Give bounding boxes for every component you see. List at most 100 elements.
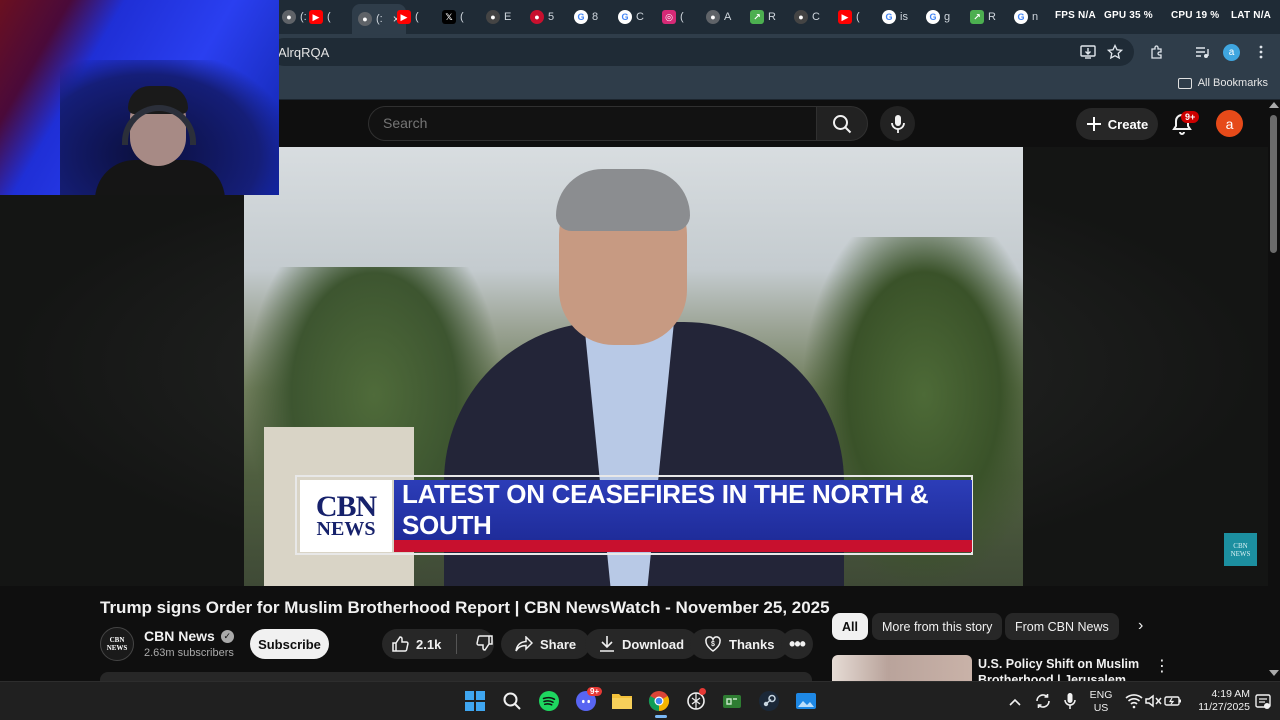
microphone-icon[interactable] [1058, 689, 1082, 713]
folder-icon [1177, 77, 1192, 89]
like-button[interactable]: 2.1k [382, 635, 449, 653]
browser-tab[interactable]: GC [618, 4, 644, 30]
browser-tab[interactable]: Gg [926, 4, 950, 30]
browser-tab[interactable]: ● 5 [530, 4, 554, 30]
browser-tab[interactable]: ● E [486, 4, 511, 30]
search-icon[interactable] [500, 689, 524, 713]
scroll-up-arrow-icon[interactable] [1269, 102, 1279, 108]
browser-tab-label: ( [415, 11, 419, 23]
page-icon: ● [794, 10, 808, 24]
thumbs-down-icon [476, 634, 493, 651]
dislike-button[interactable] [464, 634, 494, 655]
browser-tab-label: R [768, 11, 776, 23]
browser-tab[interactable]: ▶( [397, 4, 419, 30]
url-text[interactable]: AlrqRQA [278, 45, 329, 60]
sync-icon[interactable] [1031, 689, 1055, 713]
browser-tab[interactable]: G8 [574, 4, 598, 30]
page-icon: ● [486, 10, 500, 24]
notification-count-badge: 9+ [1181, 111, 1200, 123]
page-icon: ● [282, 10, 296, 24]
scrollbar-thumb[interactable] [1270, 115, 1277, 253]
chip-from-cbn-news[interactable]: From CBN News [1005, 613, 1119, 640]
browser-tab[interactable]: ▶( [838, 4, 860, 30]
subscriber-count: 2.63m subscribers [144, 647, 234, 659]
channel-avatar[interactable]: CBN NEWS [100, 627, 134, 661]
cpu-overlay: CPU 19 % [1171, 10, 1220, 21]
description-box[interactable] [100, 672, 812, 681]
browser-tab[interactable]: Gis [882, 4, 908, 30]
page-icon: ● [530, 10, 544, 24]
like-count: 2.1k [416, 636, 442, 652]
browser-tab[interactable]: 𝕏( [442, 4, 464, 30]
extensions-icon[interactable] [1148, 43, 1166, 61]
browser-tab-label: n [1032, 11, 1039, 23]
install-app-icon[interactable] [1079, 43, 1097, 61]
voice-search-button[interactable] [880, 106, 915, 141]
like-divider [456, 634, 457, 654]
thanks-button[interactable]: $ Thanks [690, 629, 789, 659]
create-button[interactable]: Create [1076, 108, 1158, 140]
svg-text:$: $ [711, 641, 715, 648]
subscribe-button[interactable]: Subscribe [250, 629, 329, 659]
chip-all[interactable]: All [832, 613, 868, 640]
recommended-video-menu-icon[interactable]: ⋮ [1154, 656, 1170, 676]
chrome-icon[interactable] [647, 689, 671, 713]
chrome-active-indicator [655, 715, 667, 718]
browser-tab[interactable]: Gn [1014, 4, 1038, 30]
recommended-video-thumbnail[interactable] [832, 655, 972, 681]
google-icon: G [618, 10, 632, 24]
file-explorer-icon[interactable] [610, 689, 634, 713]
spotify-icon[interactable] [537, 689, 561, 713]
microphone-icon [890, 114, 905, 133]
browser-tab[interactable]: ◎( [662, 4, 684, 30]
notification-center-icon[interactable] [1251, 690, 1275, 714]
search-button[interactable] [816, 106, 868, 141]
youtube-icon: ▶ [309, 10, 323, 24]
browser-tab[interactable]: ● (: [282, 4, 307, 30]
video-title: Trump signs Order for Muslim Brotherhood… [100, 598, 830, 617]
verified-check-icon: ✓ [220, 629, 234, 643]
input-language-indicator[interactable]: ENG US [1088, 689, 1114, 715]
scroll-down-arrow-icon[interactable] [1269, 670, 1279, 676]
photos-icon[interactable] [794, 689, 818, 713]
battery-icon[interactable] [1161, 689, 1185, 713]
browser-tab[interactable]: ▶( [309, 4, 331, 30]
bookmark-star-icon[interactable] [1106, 43, 1124, 61]
youtube-icon: ▶ [397, 10, 411, 24]
media-controls-icon[interactable] [1193, 43, 1211, 61]
browser-menu-icon[interactable] [1252, 43, 1270, 61]
account-avatar[interactable]: a [1216, 110, 1243, 137]
super-thanks-icon: $ [705, 636, 721, 652]
show-hidden-icons-chevron-icon[interactable] [1005, 690, 1025, 714]
system-clock[interactable]: 4:19 AM 11/27/2025 [1186, 688, 1250, 714]
browser-profile-avatar[interactable]: a [1223, 44, 1240, 61]
share-arrow-icon [515, 636, 533, 652]
address-bar[interactable] [270, 38, 1134, 66]
browser-tab-label: ( [460, 11, 464, 23]
channel-name-link[interactable]: CBN News ✓ [144, 628, 234, 644]
recommended-video-title[interactable]: U.S. Policy Shift on Muslim Brotherhood … [978, 656, 1148, 681]
browser-tab-label: 8 [592, 11, 599, 23]
browser-tab-label: C [812, 11, 820, 23]
search-input[interactable] [383, 115, 803, 131]
more-actions-button[interactable]: ••• [781, 629, 813, 659]
latency-overlay: LAT N/A [1231, 10, 1272, 21]
xbox-icon[interactable] [720, 689, 744, 713]
browser-tab[interactable]: ● A [706, 4, 731, 30]
browser-tab-label: A [724, 11, 732, 23]
channel-watermark[interactable]: CBN NEWS [1224, 533, 1257, 566]
page-icon: ● [706, 10, 720, 24]
windows-start-icon[interactable] [463, 689, 487, 713]
share-button[interactable]: Share [501, 629, 591, 659]
download-button[interactable]: Download [585, 629, 699, 659]
browser-tab-label: (: [376, 13, 383, 25]
browser-tab-label: E [504, 11, 512, 23]
browser-tab[interactable]: ↗ R [970, 4, 996, 30]
all-bookmarks-button[interactable]: All Bookmarks [1177, 77, 1268, 89]
chip-more-from-this-story[interactable]: More from this story [872, 613, 1003, 640]
browser-tab[interactable]: ↗ R [750, 4, 776, 30]
steam-icon[interactable] [757, 689, 781, 713]
chips-next-arrow-icon[interactable]: › [1138, 617, 1143, 635]
browser-tab[interactable]: ● C [794, 4, 820, 30]
thumbs-up-icon [392, 636, 409, 652]
